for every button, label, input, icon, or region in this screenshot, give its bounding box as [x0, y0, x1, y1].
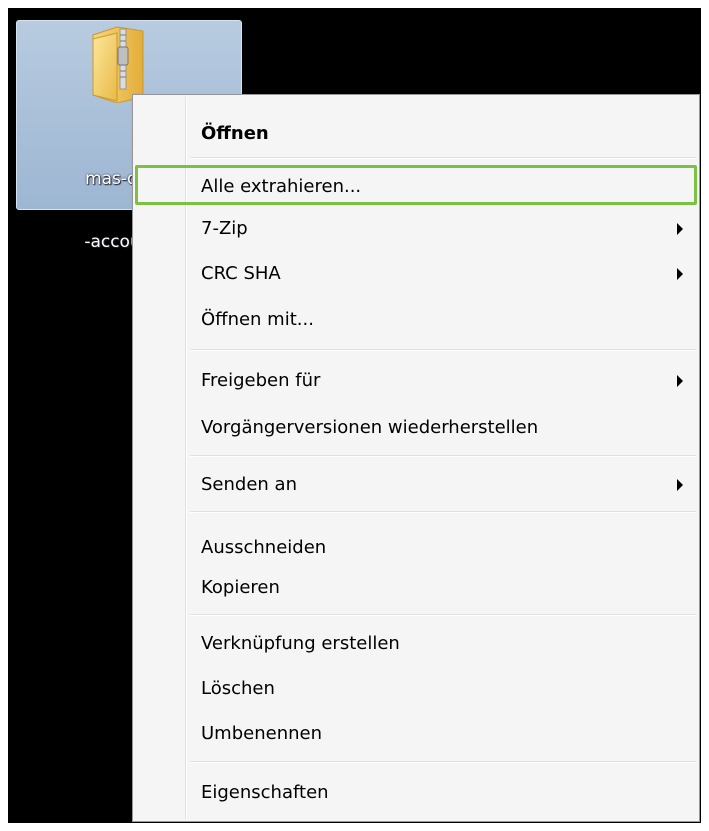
menu-item-label: Öffnen	[201, 123, 269, 144]
menu-item-label: Umbenennen	[201, 723, 322, 744]
menu-item-open-with[interactable]: Öffnen mit...	[135, 298, 697, 338]
menu-item-label: Löschen	[201, 678, 275, 699]
menu-item-properties[interactable]: Eigenschaften	[135, 771, 697, 811]
menu-separator	[190, 761, 696, 763]
submenu-arrow-icon	[677, 375, 683, 387]
submenu-arrow-icon	[677, 268, 683, 280]
menu-item-label: Freigeben für	[201, 370, 321, 391]
submenu-arrow-icon	[677, 223, 683, 235]
menu-separator	[190, 614, 696, 616]
menu-item-rename[interactable]: Umbenennen	[135, 712, 697, 752]
menu-item-crc-sha[interactable]: CRC SHA	[135, 252, 697, 292]
menu-item-label: Ausschneiden	[201, 537, 327, 558]
menu-item-extract-all[interactable]: Alle extrahieren...	[135, 165, 697, 205]
menu-item-label: Vorgängerversionen wiederherstellen	[201, 417, 539, 438]
menu-item-share-with[interactable]: Freigeben für	[135, 359, 697, 399]
desktop: mas-down -accountin e-5 Öffnen Alle extr…	[8, 8, 701, 823]
menu-item-label: Alle extrahieren...	[201, 176, 362, 197]
menu-item-label: 7-Zip	[201, 218, 248, 239]
menu-item-label: Öffnen mit...	[201, 309, 314, 330]
menu-item-label: Eigenschaften	[201, 782, 329, 803]
context-menu: Öffnen Alle extrahieren... 7-Zip CRC SHA…	[132, 94, 700, 822]
menu-item-label: Verknüpfung erstellen	[201, 633, 400, 654]
menu-icon-gutter	[185, 97, 187, 819]
menu-separator	[190, 511, 696, 513]
menu-item-restore-previous-versions[interactable]: Vorgängerversionen wiederherstellen	[135, 406, 697, 446]
menu-item-label: CRC SHA	[201, 263, 281, 284]
menu-item-label: Senden an	[201, 474, 297, 495]
zip-folder-icon	[92, 26, 144, 103]
menu-item-delete[interactable]: Löschen	[135, 667, 697, 707]
menu-item-open[interactable]: Öffnen	[135, 112, 697, 152]
menu-separator	[190, 349, 696, 351]
menu-item-create-shortcut[interactable]: Verknüpfung erstellen	[135, 622, 697, 662]
submenu-arrow-icon	[677, 479, 683, 491]
menu-separator	[190, 455, 696, 457]
menu-item-cut[interactable]: Ausschneiden	[135, 526, 697, 566]
menu-item-label: Kopieren	[201, 577, 280, 598]
menu-item-copy[interactable]: Kopieren	[135, 566, 697, 606]
menu-item-send-to[interactable]: Senden an	[135, 463, 697, 503]
menu-separator	[190, 157, 696, 159]
menu-item-7zip[interactable]: 7-Zip	[135, 207, 697, 247]
